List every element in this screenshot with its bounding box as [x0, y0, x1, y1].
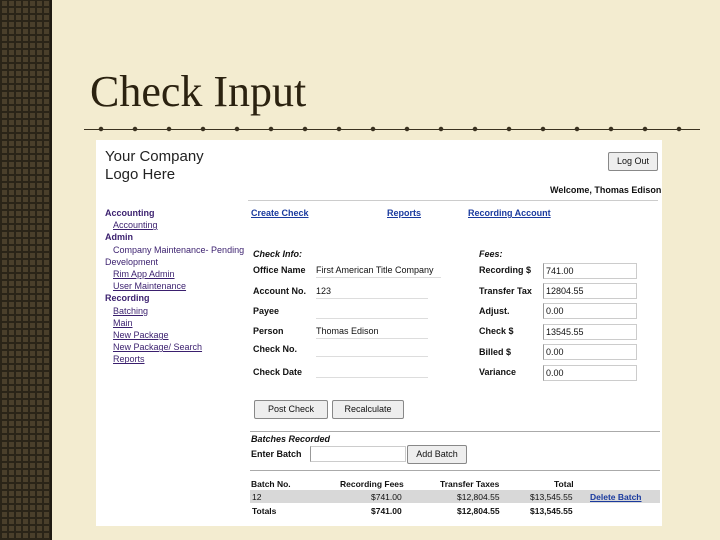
check-date-field[interactable]: [316, 363, 428, 378]
nav-heading-admin: Admin: [105, 232, 133, 243]
header-divider: [248, 200, 658, 201]
create-check-link[interactable]: Create Check: [251, 208, 309, 218]
billed-label: Billed $: [479, 347, 512, 357]
add-batch-button[interactable]: Add Batch: [407, 445, 467, 464]
logo-line-1: Your Company: [105, 148, 204, 165]
check-amount-label: Check $: [479, 326, 514, 336]
decorative-stripe: [0, 0, 52, 540]
billed-input[interactable]: 0.00: [543, 344, 637, 360]
nav-heading-recording: Recording: [105, 293, 150, 304]
col-recording-fees: Recording Fees: [340, 479, 404, 489]
nav-item-development[interactable]: Development: [105, 256, 250, 268]
nav-link-main[interactable]: Main: [105, 317, 250, 329]
post-check-button[interactable]: Post Check: [254, 400, 328, 419]
slide-title: Check Input: [90, 67, 307, 116]
payee-field[interactable]: [316, 304, 428, 319]
nav-link-reports[interactable]: Reports: [105, 353, 250, 365]
account-no-label: Account No.: [253, 286, 306, 296]
batches-divider: [250, 431, 660, 432]
fees-heading: Fees:: [479, 249, 503, 259]
batches-heading: Batches Recorded: [251, 434, 331, 444]
transfer-tax-label: Transfer Tax: [479, 286, 532, 296]
account-no-field[interactable]: 123: [316, 284, 428, 299]
totals-label: Totals: [252, 506, 277, 516]
reports-link[interactable]: Reports: [387, 208, 421, 218]
nav-heading-accounting: Accounting: [105, 208, 155, 218]
adjust-input[interactable]: 0.00: [543, 303, 637, 319]
recording-fee-label: Recording $: [479, 265, 532, 275]
check-info-heading: Check Info:: [253, 249, 303, 259]
check-date-label: Check Date: [253, 367, 303, 377]
adjust-label: Adjust.: [479, 306, 510, 316]
nav-link-new-package-search[interactable]: New Package/ Search: [105, 341, 250, 353]
totals-transfer-taxes: $12,804.55: [457, 506, 500, 516]
nav-item-pending[interactable]: Company Maintenance- Pending: [105, 244, 250, 256]
recalculate-button[interactable]: Recalculate: [332, 400, 404, 419]
row-recording-fees: $741.00: [371, 492, 402, 502]
check-no-field[interactable]: [316, 342, 428, 357]
nav-link-user-maintenance[interactable]: User Maintenance: [105, 280, 250, 292]
person-field[interactable]: Thomas Edison: [316, 324, 428, 339]
table-top-divider: [250, 470, 660, 471]
col-transfer-taxes: Transfer Taxes: [440, 479, 500, 489]
col-total: Total: [554, 479, 574, 489]
nav-link-batching[interactable]: Batching: [105, 305, 250, 317]
logo-line-2: Logo Here: [105, 166, 176, 183]
row-batch-no: 12: [252, 492, 262, 502]
sidebar-nav: Accounting Accounting Admin Company Main…: [105, 207, 250, 366]
person-label: Person: [253, 326, 284, 336]
office-name-field[interactable]: First American Title Company: [316, 263, 441, 278]
delete-batch-link[interactable]: Delete Batch: [590, 492, 642, 502]
check-no-label: Check No.: [253, 344, 298, 354]
enter-batch-label: Enter Batch: [251, 449, 302, 459]
totals-total: $13,545.55: [530, 506, 573, 516]
row-transfer-taxes: $12,804.55: [457, 492, 500, 502]
col-batch-no: Batch No.: [251, 479, 291, 489]
title-divider: [84, 126, 700, 132]
payee-label: Payee: [253, 306, 280, 316]
app-screenshot: Your Company Logo Here Log Out Welcome, …: [96, 140, 662, 526]
transfer-tax-input[interactable]: 12804.55: [543, 283, 637, 299]
company-logo: Your Company Logo Here: [105, 148, 204, 184]
welcome-text: Welcome, Thomas Edison: [550, 185, 662, 195]
variance-label: Variance: [479, 367, 517, 377]
office-name-label: Office Name: [253, 265, 306, 275]
enter-batch-input[interactable]: [310, 446, 406, 462]
variance-input[interactable]: 0.00: [543, 365, 637, 381]
logout-button[interactable]: Log Out: [608, 152, 658, 171]
totals-recording-fees: $741.00: [371, 506, 402, 516]
check-amount-input[interactable]: 13545.55: [543, 324, 637, 340]
recording-account-link[interactable]: Recording Account: [468, 208, 551, 218]
row-total: $13,545.55: [530, 492, 573, 502]
recording-fee-input[interactable]: 741.00: [543, 263, 637, 279]
nav-link-rim-admin[interactable]: Rim App Admin: [105, 268, 250, 280]
nav-link-new-package[interactable]: New Package: [105, 329, 250, 341]
nav-link-accounting[interactable]: Accounting: [105, 219, 250, 231]
